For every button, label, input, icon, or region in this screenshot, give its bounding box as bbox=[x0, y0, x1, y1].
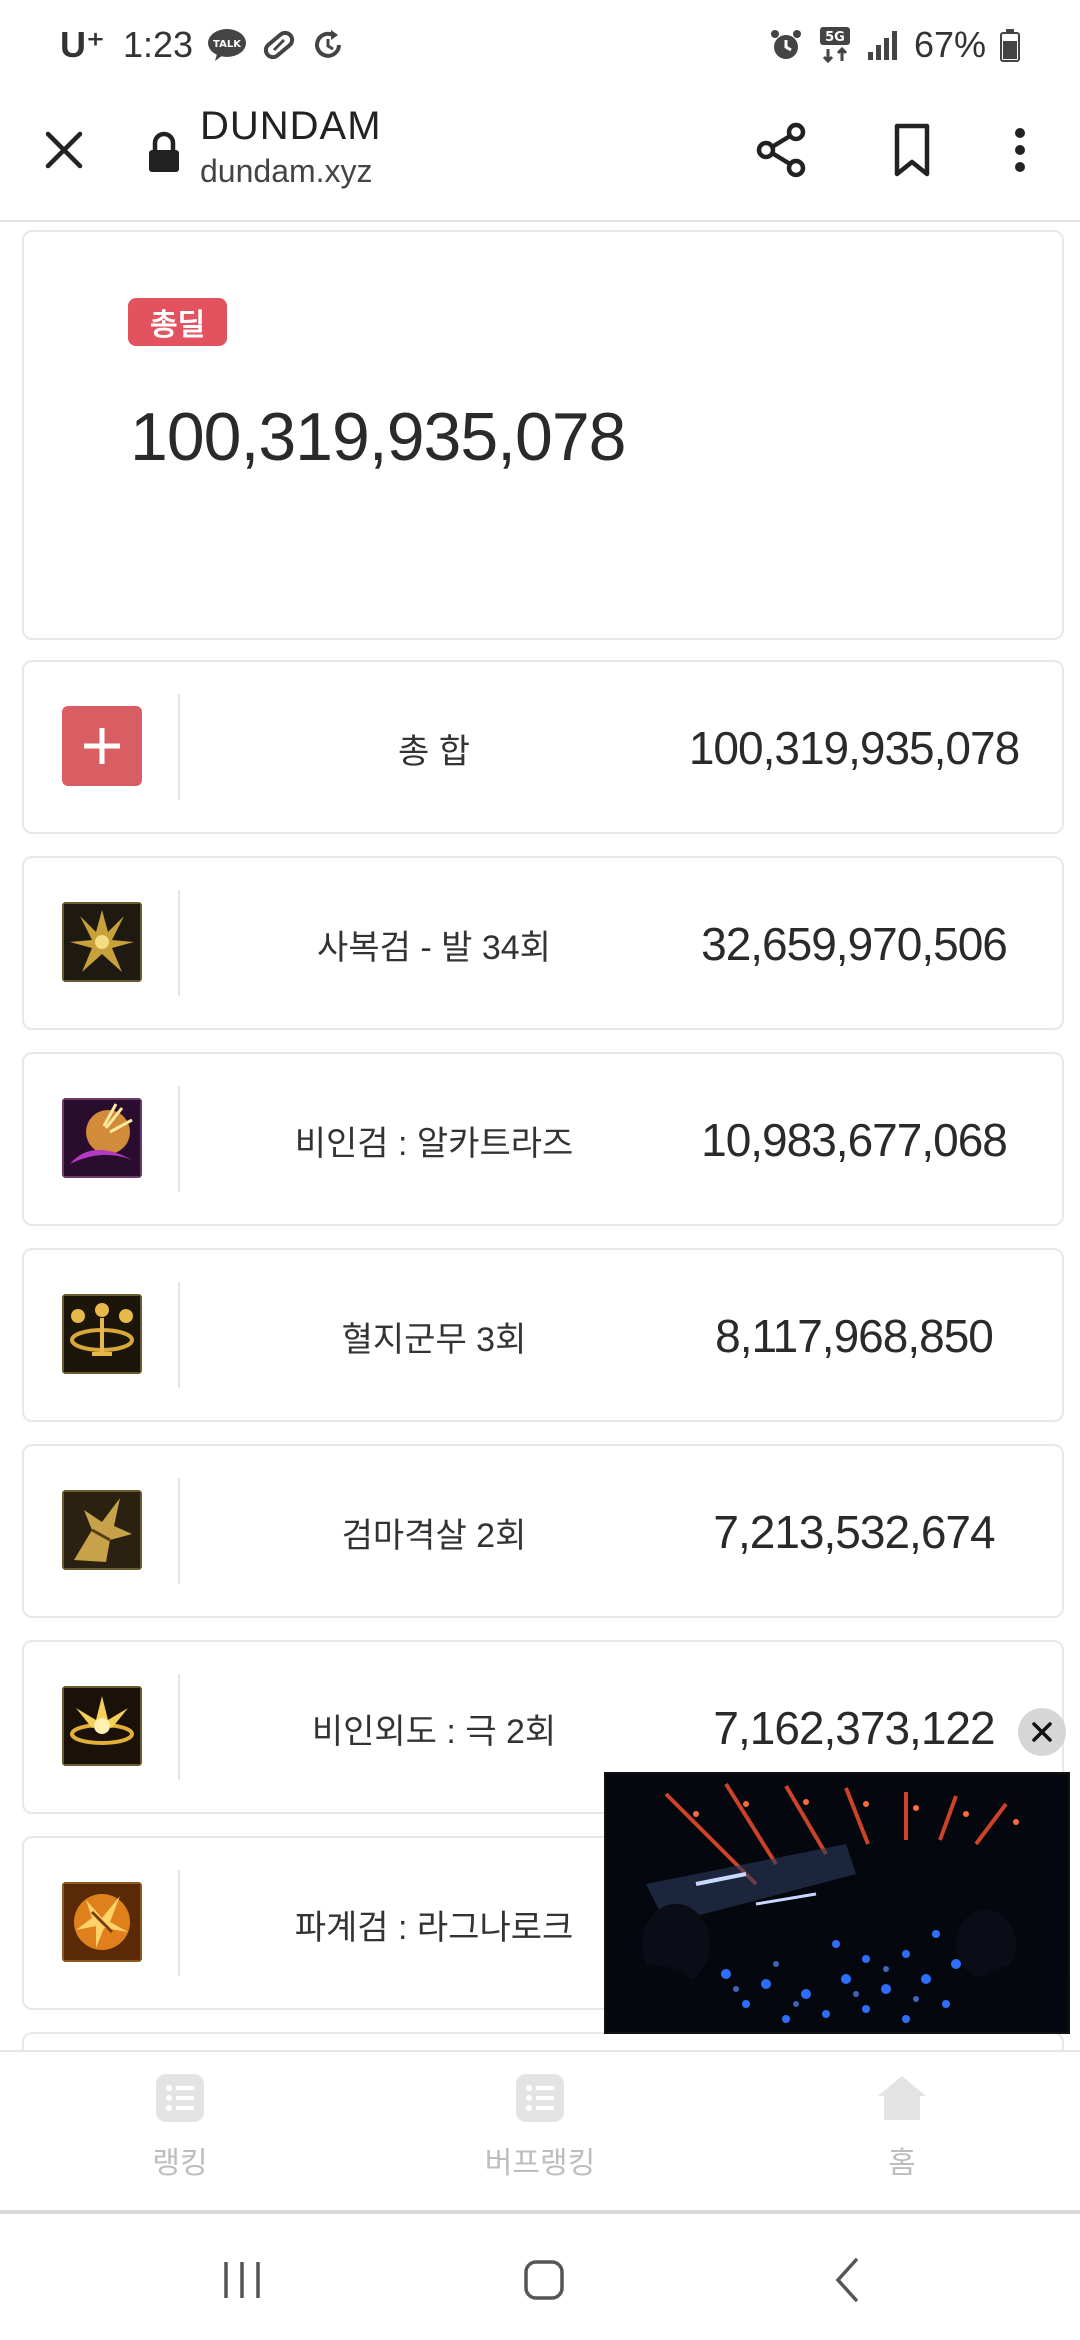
row-divider bbox=[178, 1478, 180, 1584]
skill-name: 총 합 bbox=[397, 732, 470, 771]
clock: 1:23 bbox=[123, 24, 194, 65]
signal-icon bbox=[866, 28, 900, 62]
row-divider bbox=[178, 1282, 180, 1388]
skill-row[interactable]: 검마격살 2회 7,213,532,674 bbox=[22, 1444, 1064, 1618]
recent-apps-icon bbox=[224, 2262, 260, 2298]
skill-row[interactable]: 혈지군무 3회 8,117,968,850 bbox=[22, 1248, 1064, 1422]
alarm-icon bbox=[768, 27, 804, 63]
nav-label: 랭킹 bbox=[152, 2147, 208, 2180]
row-divider bbox=[178, 1674, 180, 1780]
concert-video-frame bbox=[606, 1774, 1068, 2032]
talk-icon: TALK bbox=[207, 28, 247, 62]
skill-alcatraz-icon bbox=[62, 1098, 142, 1178]
skill-biinoedo-icon bbox=[62, 1686, 142, 1766]
address-block[interactable]: DUNDAM dundam.xyz bbox=[200, 104, 382, 190]
skill-row[interactable]: 총 합 100,319,935,078 bbox=[22, 660, 1064, 834]
recent-apps-button[interactable] bbox=[212, 2250, 272, 2310]
lock-icon bbox=[146, 130, 182, 176]
carrier-label: U⁺ bbox=[60, 24, 105, 65]
back-button[interactable] bbox=[818, 2250, 878, 2310]
skill-row[interactable]: 비인검 : 알카트라즈 10,983,677,068 bbox=[22, 1052, 1064, 1226]
skill-name: 사복검 - 발 34회 bbox=[317, 928, 551, 967]
refresh-icon bbox=[311, 28, 345, 62]
home-icon bbox=[878, 2076, 926, 2120]
site-title: DUNDAM bbox=[200, 104, 382, 148]
skill-damage: 32,659,970,506 bbox=[701, 918, 1008, 970]
close-icon bbox=[1032, 1722, 1052, 1742]
bookmark-icon bbox=[894, 123, 930, 177]
share-icon bbox=[756, 122, 806, 178]
skill-row[interactable]: 사복검 - 발 34회 32,659,970,506 bbox=[22, 856, 1064, 1030]
nav-buff-ranking[interactable]: 버프랭킹 bbox=[390, 2052, 690, 2202]
close-icon bbox=[45, 131, 83, 169]
skill-ragnarok-icon bbox=[62, 1882, 142, 1962]
skill-name: 비인검 : 알카트라즈 bbox=[294, 1124, 574, 1163]
system-navigation-bar bbox=[0, 2214, 1080, 2340]
skill-damage: 10,983,677,068 bbox=[701, 1114, 1008, 1166]
total-damage-value: 100,319,935,078 bbox=[130, 399, 626, 475]
video-close-button[interactable] bbox=[1018, 1708, 1066, 1756]
status-bar: U⁺ 1:23 TALK 5G 67% bbox=[0, 0, 1080, 90]
skill-sabokgeom-icon bbox=[62, 902, 142, 982]
skill-name: 검마격살 2회 bbox=[341, 1516, 527, 1555]
pill-icon bbox=[261, 27, 297, 63]
svg-text:TALK: TALK bbox=[213, 39, 242, 50]
floating-video-player[interactable] bbox=[604, 1772, 1070, 2034]
list-icon bbox=[156, 2074, 204, 2122]
status-right: 5G 67% bbox=[768, 24, 1020, 66]
back-chevron-icon bbox=[835, 2258, 858, 2302]
row-divider bbox=[178, 694, 180, 800]
skill-name: 혈지군무 3회 bbox=[341, 1320, 527, 1359]
row-divider bbox=[178, 1870, 180, 1976]
battery-icon bbox=[1000, 28, 1020, 62]
nav-label: 홈 bbox=[888, 2147, 916, 2180]
close-tab-button[interactable] bbox=[36, 122, 92, 178]
row-divider bbox=[178, 890, 180, 996]
total-damage-card: 총딜 100,319,935,078 bbox=[22, 230, 1064, 640]
plus-icon bbox=[62, 706, 142, 786]
skill-row[interactable] bbox=[22, 2032, 1064, 2050]
list-icon bbox=[516, 2074, 564, 2122]
nav-home[interactable]: 홈 bbox=[752, 2052, 1052, 2202]
nav-label: 버프랭킹 bbox=[484, 2147, 596, 2180]
share-button[interactable] bbox=[752, 120, 812, 180]
nav-ranking[interactable]: 랭킹 bbox=[30, 2052, 330, 2202]
home-button[interactable] bbox=[514, 2250, 574, 2310]
skill-hyeoljigunmu-icon bbox=[62, 1294, 142, 1374]
row-divider bbox=[178, 1086, 180, 1192]
skill-damage: 7,213,532,674 bbox=[713, 1506, 995, 1558]
total-badge: 총딜 bbox=[128, 298, 228, 346]
bottom-navigation: 랭킹 버프랭킹 홈 bbox=[0, 2050, 1080, 2210]
more-options-button[interactable] bbox=[996, 120, 1044, 180]
home-square-icon bbox=[524, 2260, 564, 2300]
battery-percent: 67% bbox=[913, 24, 986, 65]
site-url: dundam.xyz bbox=[200, 153, 373, 189]
more-vert-icon bbox=[1015, 128, 1025, 172]
skill-damage: 8,117,968,850 bbox=[715, 1310, 994, 1362]
bookmark-button[interactable] bbox=[882, 120, 942, 180]
browser-toolbar: DUNDAM dundam.xyz bbox=[0, 90, 1080, 222]
skill-geommagyeoksal-icon bbox=[62, 1490, 142, 1570]
network-5g-icon: 5G bbox=[818, 25, 852, 65]
skill-damage: 100,319,935,078 bbox=[688, 722, 1020, 774]
svg-text:5G: 5G bbox=[825, 30, 845, 45]
status-left: U⁺ 1:23 TALK bbox=[60, 24, 345, 66]
